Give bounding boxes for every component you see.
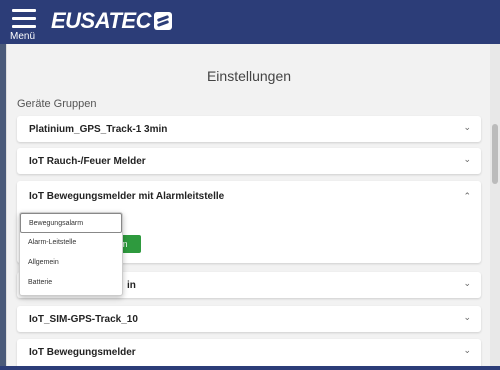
dropdown-option-batterie[interactable]: Batterie (20, 273, 122, 293)
hamburger-icon (12, 9, 36, 28)
dropdown-option-bewegungsalarm[interactable]: Bewegungsalarm (20, 213, 122, 233)
group-card-rauch[interactable]: IoT Rauch-/Feuer Melder ⌄ (17, 148, 481, 174)
scrollbar-thumb[interactable] (492, 124, 498, 184)
dropdown-option-allgemein[interactable]: Allgemein (20, 253, 122, 273)
footer-bar (0, 366, 500, 370)
chevron-down-icon[interactable]: ⌄ (463, 312, 471, 323)
alarm-type-dropdown[interactable]: Bewegungsalarm Alarm-Leitstelle Allgemei… (19, 212, 123, 296)
chevron-down-icon[interactable]: ⌄ (463, 154, 471, 165)
chevron-down-icon[interactable]: ⌄ (463, 345, 471, 356)
logo-mark-icon (154, 12, 172, 30)
group-card-sim-gps[interactable]: IoT_SIM-GPS-Track_10 ⌄ (17, 306, 481, 332)
group-card-bewegungsmelder[interactable]: IoT Bewegungsmelder ⌄ (17, 339, 481, 366)
settings-panel: Einstellungen Geräte Gruppen Platinium_G… (6, 44, 490, 366)
menu-label: Menü (10, 31, 36, 42)
eusatec-logo: EUSATEC (51, 8, 172, 34)
chevron-down-icon[interactable]: ⌄ (463, 122, 471, 133)
top-bar: Menü EUSATEC (0, 0, 500, 44)
group-card-platinium[interactable]: Platinium_GPS_Track-1 3min ⌄ (17, 116, 481, 142)
chevron-up-icon[interactable]: ⌃ (463, 191, 471, 202)
scrollbar[interactable] (490, 44, 500, 366)
section-title: Geräte Gruppen (17, 98, 97, 110)
page-title: Einstellungen (206, 68, 292, 84)
menu-button[interactable]: Menü (6, 5, 46, 43)
dropdown-option-alarm-leitstelle[interactable]: Alarm-Leitstelle (20, 233, 122, 253)
chevron-down-icon[interactable]: ⌄ (463, 278, 471, 289)
